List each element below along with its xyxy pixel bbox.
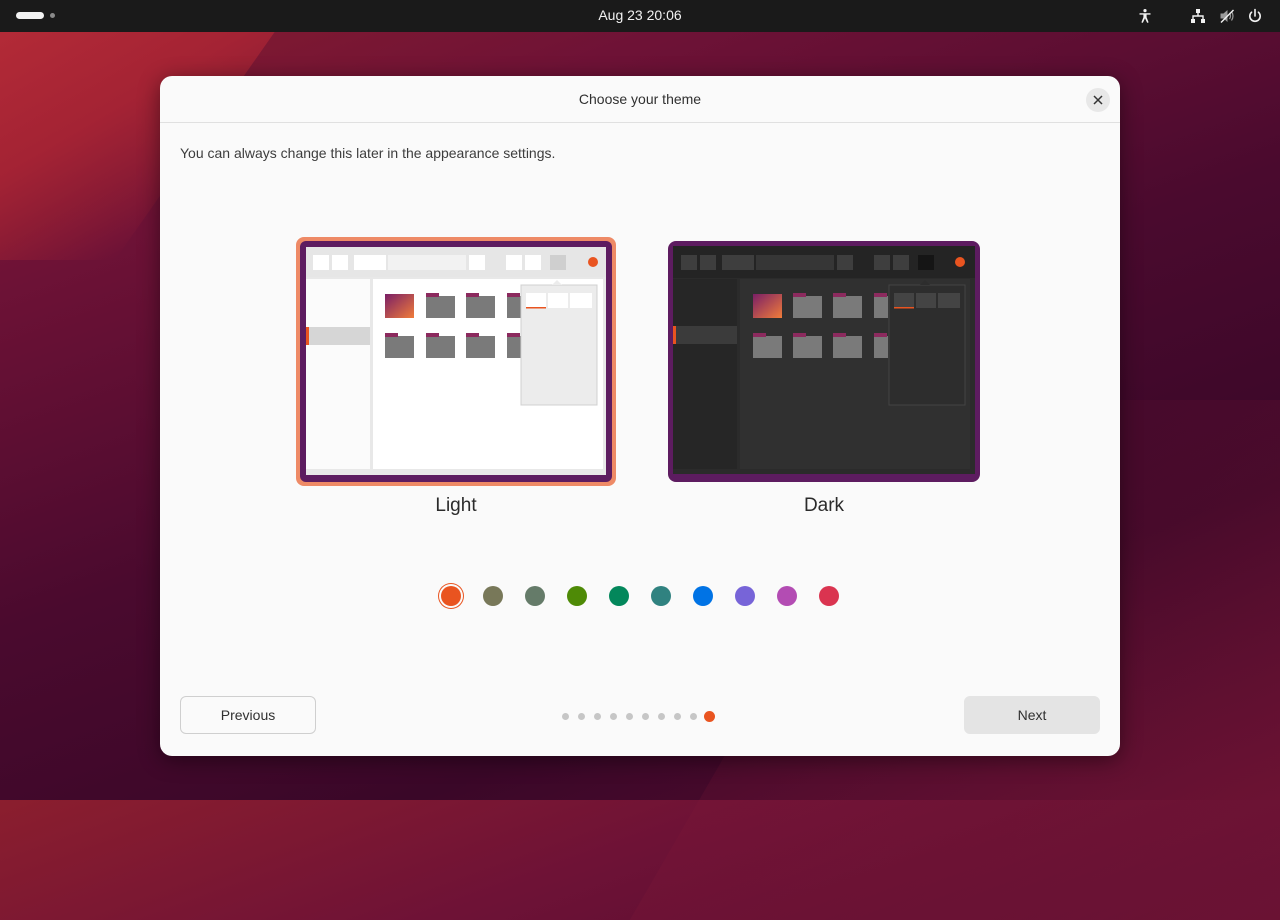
accent-color-swatch[interactable] [609, 586, 629, 606]
selected-frame [296, 237, 616, 486]
dialog-title: Choose your theme [578, 91, 702, 107]
volume-muted-icon[interactable] [1219, 6, 1235, 26]
page-dot [562, 713, 569, 720]
page-dot [642, 713, 649, 720]
accent-color-swatch[interactable] [483, 586, 503, 606]
accent-color-picker [440, 584, 840, 608]
accent-color-swatch[interactable] [693, 586, 713, 606]
previous-button[interactable]: Previous [180, 696, 316, 734]
close-button[interactable] [1086, 88, 1110, 112]
accent-color-swatch[interactable] [651, 586, 671, 606]
dark-theme-preview [673, 246, 975, 474]
close-icon [1093, 95, 1103, 105]
page-dot [610, 713, 617, 720]
page-dot [578, 713, 585, 720]
page-dot [690, 713, 697, 720]
accent-color-swatch[interactable] [525, 586, 545, 606]
theme-option-light[interactable]: Light [296, 237, 616, 527]
page-dot [594, 713, 601, 720]
page-dot-current [704, 711, 715, 722]
light-theme-preview [300, 241, 612, 482]
page-indicator [560, 710, 720, 722]
dark-frame [668, 241, 980, 482]
accent-color-swatch[interactable] [735, 586, 755, 606]
next-button[interactable]: Next [964, 696, 1100, 734]
accent-color-swatch[interactable] [567, 586, 587, 606]
accent-color-swatch[interactable] [819, 586, 839, 606]
page-dot [674, 713, 681, 720]
clock[interactable]: Aug 23 20:06 [0, 7, 1280, 23]
theme-dialog: Choose your theme You can always change … [160, 76, 1120, 756]
accent-color-swatch[interactable] [777, 586, 797, 606]
power-icon[interactable] [1247, 6, 1263, 26]
accessibility-icon[interactable] [1137, 6, 1153, 26]
top-bar: Aug 23 20:06 [0, 0, 1280, 32]
accent-color-swatch[interactable] [441, 586, 461, 606]
dialog-header: Choose your theme [160, 76, 1120, 123]
theme-label-dark: Dark [803, 495, 845, 516]
theme-option-dark[interactable]: Dark [668, 241, 980, 527]
page-dot [626, 713, 633, 720]
network-icon[interactable] [1190, 6, 1206, 26]
page-dot [658, 713, 665, 720]
dialog-subtitle: You can always change this later in the … [180, 145, 556, 161]
theme-label-light: Light [435, 495, 477, 516]
